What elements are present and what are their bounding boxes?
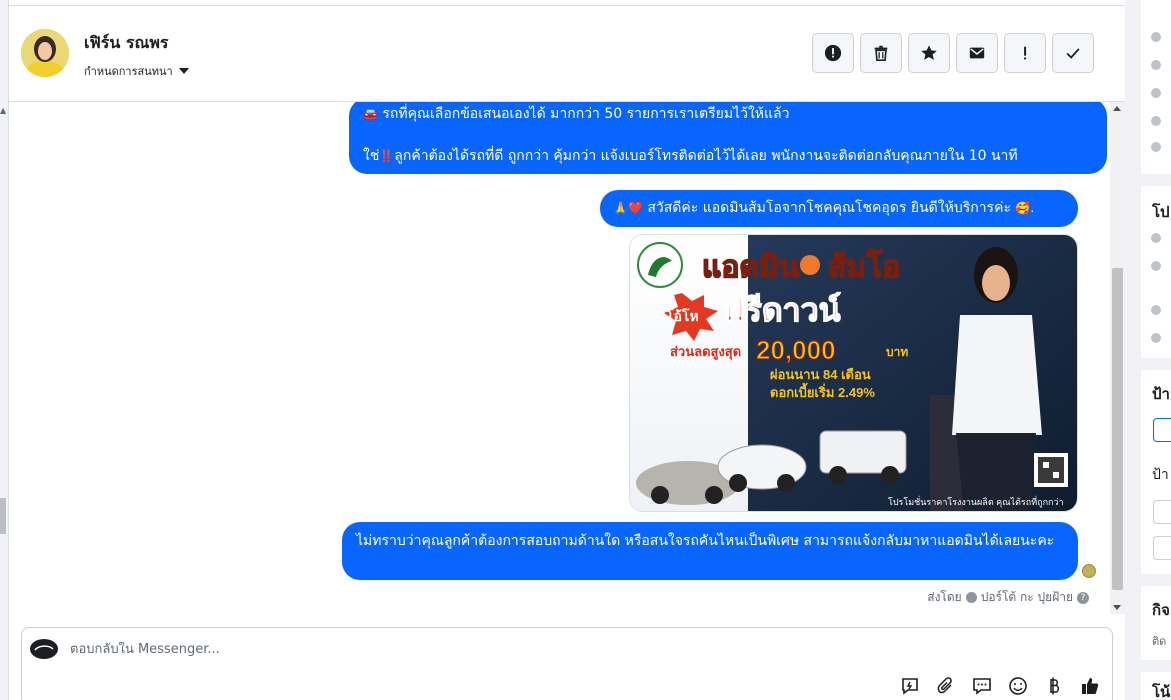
scroll-up-arrow[interactable] [1113,106,1121,111]
payment-icon [1050,677,1059,695]
message-list: 🚘 รถที่คุณเลือกข้อเสนอเองได้ มากกว่า 50 … [9,102,1125,614]
seen-avatar [1082,564,1096,578]
message-text: สวัสดีค่ะ แอดมินส้มโอจากโชคคุณโชคอุดร ยิ… [647,200,1011,216]
education-icon [1151,261,1161,271]
promo-discount-label: ส่วนลดสูงสุด [670,344,741,360]
label-input[interactable] [1153,500,1171,524]
info-row-icon [1151,32,1161,42]
emoji-icon [1009,677,1027,695]
reply-composer [21,627,1113,700]
verified-icon [965,592,977,603]
star-button[interactable] [908,33,950,73]
info-row-icon [1151,88,1161,98]
sent-by-info: ส่งโดย ปอร์โต้ กะ ปุยฝ้าย ? [927,588,1089,607]
promo-title-right: ส้มโอ [828,248,900,284]
message-bubble[interactable]: ไม่ทราบว่าคุณลูกค้าต้องการสอบถามด้านใด ห… [342,522,1078,580]
quick-reply-button[interactable] [898,674,922,698]
label-input[interactable] [1153,536,1171,560]
contact-info-card [1141,0,1171,700]
promo-burst: โอ้โห [665,307,699,324]
star-icon [921,45,937,60]
mark-unread-button[interactable] [956,33,998,73]
follow-up-button[interactable] [1004,33,1046,73]
scroll-up-arrow[interactable]: ▲ [0,106,6,115]
trash-icon [874,45,888,62]
info-row-icon [1151,116,1161,126]
section-title: โป [1152,203,1170,221]
car-emoji: 🚘 [363,107,378,121]
message-bubble[interactable]: 🚘 รถที่คุณเลือกข้อเสนอเองได้ มากกว่า 50 … [349,102,1107,174]
contact-info-panel: โป ป้า ป้า กิจ ติด โน้ [1125,0,1171,700]
section-title: กิจ [1152,601,1170,619]
clock-icon [1151,233,1161,243]
section-title: โน้ [1152,683,1171,700]
left-scroll-thumb[interactable] [0,498,6,534]
location-icon [1151,333,1161,343]
assign-conversation-dropdown[interactable]: กำหนดการสนทนา [84,62,189,80]
pray-heart-emoji: 🙏❤️ [613,201,643,215]
conversation-panel: เฟิร์น รณพร กำหนดการสนทนา 🚘 รถที่คุณเลือ… [9,0,1125,700]
message-text: ไม่ทราบว่าคุณลูกค้าต้องการสอบถามด้านใด ห… [356,533,1055,549]
section-divider [1141,660,1171,672]
check-icon [1066,48,1080,59]
info-row-icon [1151,142,1161,152]
promo-discount-unit: บาท [886,345,908,359]
mark-done-button[interactable] [1052,33,1094,73]
like-button[interactable] [1078,674,1102,698]
conversation-header: เฟิร์น รณพร กำหนดการสนทนา [9,6,1125,102]
contact-name[interactable]: เฟิร์น รณพร [84,31,168,56]
attachment-button[interactable] [934,674,958,698]
section-subtitle: ติด [1152,635,1167,648]
composer-toolbar [898,674,1102,698]
spam-button[interactable] [812,33,854,73]
exclamation-icon [1024,46,1027,60]
promo-installment: ผ่อนนาน 84 เดือน [770,367,871,382]
assign-label: กำหนดการสนทนา [84,65,173,78]
section-title: ป้า [1152,385,1170,403]
header-actions [812,33,1094,73]
reply-input[interactable] [70,642,970,657]
contact-avatar[interactable] [21,29,69,77]
double-exclamation-emoji: ‼️ [379,149,395,163]
quick-reply-icon [902,678,918,695]
sent-by-prefix: ส่งโดย [927,590,962,604]
scroll-down-arrow[interactable] [1113,605,1121,610]
help-icon[interactable]: ? [1077,591,1089,604]
attachment-icon [937,677,952,694]
section-subtitle: ป้า [1152,467,1169,483]
scroll-thumb[interactable] [1112,268,1123,590]
label-chip[interactable] [1153,418,1171,442]
chevron-down-icon [178,68,189,74]
smiling-hearts-emoji: 🥰. [1015,201,1035,215]
sender-name[interactable]: ปอร์โต้ กะ ปุยฝ้าย [981,588,1073,607]
message-bubble[interactable]: 🙏❤️ สวัสดีค่ะ แอดมินส้มโอจากโชคคุณโชคอุด… [600,190,1078,227]
message-text: ลูกค้าต้องได้รถที่ดี ถูกกว่า คุ้มกว่า แจ… [394,148,1018,164]
saved-reply-icon [973,678,991,695]
envelope-icon [969,47,985,59]
message-text-prefix: ใช่ [363,148,380,164]
delete-button[interactable] [860,33,902,73]
page-logo-avatar [30,639,58,659]
message-text: รถที่คุณเลือกข้อเสนอเองได้ มากกว่า 50 รา… [382,106,790,122]
info-row-icon [1151,60,1161,70]
promo-headline: ฟรีดาวน์ [722,292,841,328]
thumbs-up-icon [1082,678,1099,694]
alert-circle-icon [824,44,842,62]
promo-interest: ดอกเบี้ยเริ่ม 2.49% [770,382,875,400]
payment-button[interactable] [1042,674,1066,698]
section-divider [1141,358,1171,370]
left-panel-edge: ▲ [0,0,9,700]
message-scrollbar[interactable] [1110,102,1125,614]
promo-discount-value: 20,000 [756,335,836,365]
section-divider [1141,574,1171,586]
section-divider [1141,174,1171,186]
promo-image-attachment[interactable]: แอดมิน ส้มโอ โอ้โห ฟรีดาวน์ ส่วนลดสูงสุด… [629,234,1078,512]
promo-footer: โปรโมชั่นราคาโรงงานผลิต คุณได้รถที่ถูกกว… [888,495,1064,508]
emoji-button[interactable] [1006,674,1030,698]
promo-title-left: แอดมิน [702,251,800,284]
saved-reply-button[interactable] [970,674,994,698]
location-icon [1151,305,1161,315]
